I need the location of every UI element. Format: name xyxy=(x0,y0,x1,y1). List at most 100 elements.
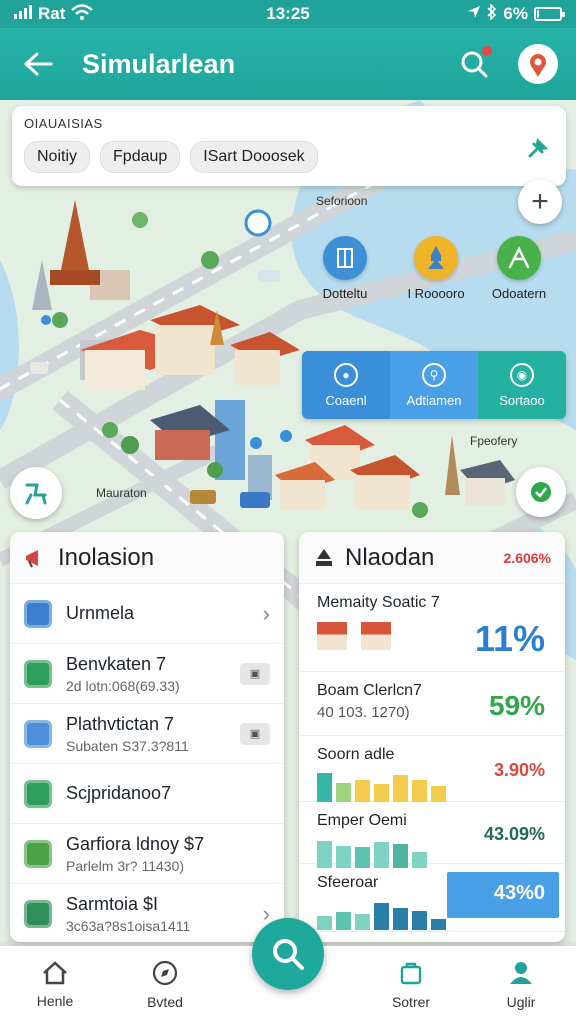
nav-store[interactable]: Sotrer xyxy=(356,946,466,1024)
carrier-label: Rat xyxy=(38,4,66,23)
list-item-text: Plathvtictan 7 Subaten S37.3?811 xyxy=(66,714,240,754)
panel-title: Inolasion xyxy=(58,543,155,571)
chair-icon xyxy=(25,483,47,505)
stat-row[interactable]: Boam Clerlcn7 40 103. 1270) 59% xyxy=(299,672,565,736)
pin-button[interactable] xyxy=(522,134,552,164)
filter-chip[interactable]: ISart Dooosek xyxy=(190,141,318,173)
recenter-button[interactable] xyxy=(10,467,62,519)
pin-icon xyxy=(528,138,548,158)
list-item[interactable]: Benvkaten 7 2d lotn:068(69.33) ▣ xyxy=(10,644,284,704)
plus-icon: + xyxy=(531,185,549,218)
filter-chip[interactable]: Noitiy xyxy=(24,141,91,173)
panel-header: Inolasion xyxy=(10,532,284,584)
stat-title: Memaity Soatic 7 xyxy=(317,594,440,611)
panel-percent: 2.606% xyxy=(503,549,551,566)
nav-search-slot xyxy=(220,918,356,1024)
compass-icon xyxy=(152,960,178,986)
location-circle-icon: ● xyxy=(334,362,358,387)
list-item-title: Sarmtoia $I xyxy=(66,893,159,914)
bar xyxy=(412,910,427,930)
mode-label: Sortaoo xyxy=(499,392,545,408)
bag-icon xyxy=(400,962,422,985)
mode-switcher: ● Coaenl ⚲ Adtiamen ◉ Sortaoo xyxy=(302,351,566,419)
bar xyxy=(374,902,389,930)
list-item-text: Urnmela xyxy=(66,603,263,624)
bar xyxy=(374,784,389,802)
mode-label: Coaenl xyxy=(325,392,367,408)
route-icon xyxy=(497,236,541,280)
map-label-top: Seforioon xyxy=(316,194,368,208)
bar xyxy=(317,773,332,802)
bar xyxy=(355,779,370,802)
tray-blue-icon xyxy=(24,719,52,748)
list-item-text: Garfiora ldnoy $7 Parlelm 3r? 11430) xyxy=(66,834,270,874)
poi-label: Dotteltu xyxy=(322,286,368,301)
nav-explore[interactable]: Bvted xyxy=(110,946,220,1024)
search-button[interactable] xyxy=(452,42,496,86)
pagoda-icon xyxy=(414,236,458,280)
bluetooth-icon xyxy=(487,2,497,25)
panel-title: Nlaodan xyxy=(345,543,435,571)
notification-dot xyxy=(482,46,492,56)
bar xyxy=(431,918,446,930)
list-item[interactable]: Sarmtoia $I 3c63a?8s1oisa1411 › xyxy=(10,884,284,942)
poi-marker[interactable]: I Rooooro xyxy=(400,236,472,301)
bar xyxy=(336,782,351,802)
list-item-subtitle: 2d lotn:068(69.33) xyxy=(66,677,180,694)
wifi-icon xyxy=(71,3,94,25)
chevron-right-icon: › xyxy=(262,600,270,626)
poi-marker[interactable]: Odoatern xyxy=(483,236,555,301)
list-item-title: Plathvtictan 7 xyxy=(66,713,175,734)
status-bar: Rat 13:25 6% xyxy=(0,0,576,28)
list-item-title: Garfiora ldnoy $7 xyxy=(66,833,205,854)
megaphone-icon xyxy=(26,549,38,567)
profile-pin-icon xyxy=(530,54,546,77)
battery-percent: 6% xyxy=(503,4,528,23)
layers-button[interactable] xyxy=(516,467,566,517)
mode-label: Adtiamen xyxy=(406,392,462,408)
nav-home[interactable]: Henle xyxy=(0,946,110,1024)
bar xyxy=(317,915,332,930)
stats-panel: Nlaodan 2.606% Memaity Soatic 7 11% Boam C… xyxy=(299,532,565,942)
house-icon xyxy=(317,622,347,650)
list-item[interactable]: Plathvtictan 7 Subaten S37.3?811 ▣ xyxy=(10,704,284,764)
stat-row[interactable]: Sfeeroar 43%0 xyxy=(299,864,565,932)
stat-value: 43%0 xyxy=(493,882,545,904)
search-icon xyxy=(273,939,304,970)
mode-option[interactable]: ◉ Sortaoo xyxy=(478,351,566,419)
back-button[interactable] xyxy=(18,44,58,84)
bottom-nav: Henle Bvted Sotrer Uglir xyxy=(0,918,576,1024)
list-item[interactable]: Scjpridanoo7 xyxy=(10,764,284,824)
poi-label: Odoatern xyxy=(491,286,547,301)
list-item-subtitle: Subaten S37.3?811 xyxy=(66,737,189,754)
stat-row[interactable]: Memaity Soatic 7 11% xyxy=(299,584,565,672)
list-item[interactable]: Garfiora ldnoy $7 Parlelm 3r? 11430) xyxy=(10,824,284,884)
filter-chips: Noitiy Fpdaup ISart Dooosek xyxy=(24,141,554,173)
user-icon xyxy=(510,962,532,984)
nav-label: Sotrer xyxy=(391,994,431,1010)
panel-header: Nlaodan 2.606% xyxy=(299,532,565,584)
box-green-icon xyxy=(24,659,52,688)
leaf-green-icon xyxy=(24,779,52,808)
bike-icon: ⚲ xyxy=(422,362,446,387)
nav-user[interactable]: Uglir xyxy=(466,946,576,1024)
list-item[interactable]: Urnmela › xyxy=(10,584,284,644)
list-item-subtitle: Parlelm 3r? 11430) xyxy=(66,857,185,874)
stat-row[interactable]: Emper Oemi 43.09% xyxy=(299,802,565,868)
avatar[interactable] xyxy=(518,44,558,84)
stat-row[interactable]: Soorn adle 3.90% xyxy=(299,736,565,802)
nav-label: Bvted xyxy=(147,994,183,1010)
location-icon xyxy=(467,4,481,24)
document-blue-icon xyxy=(24,599,52,628)
search-fab[interactable] xyxy=(252,918,324,990)
mode-option[interactable]: ⚲ Adtiamen xyxy=(390,351,478,419)
bar xyxy=(431,786,446,802)
bar xyxy=(393,774,408,802)
signal-icon xyxy=(14,4,32,24)
mode-option[interactable]: ● Coaenl xyxy=(302,351,390,419)
zoom-in-button[interactable]: + xyxy=(518,180,562,224)
stat-value: 11% xyxy=(474,618,545,659)
poi-marker[interactable]: Dotteltu xyxy=(309,236,381,301)
filter-label: OIAUAISIAS xyxy=(24,116,103,131)
filter-chip[interactable]: Fpdaup xyxy=(100,141,181,173)
